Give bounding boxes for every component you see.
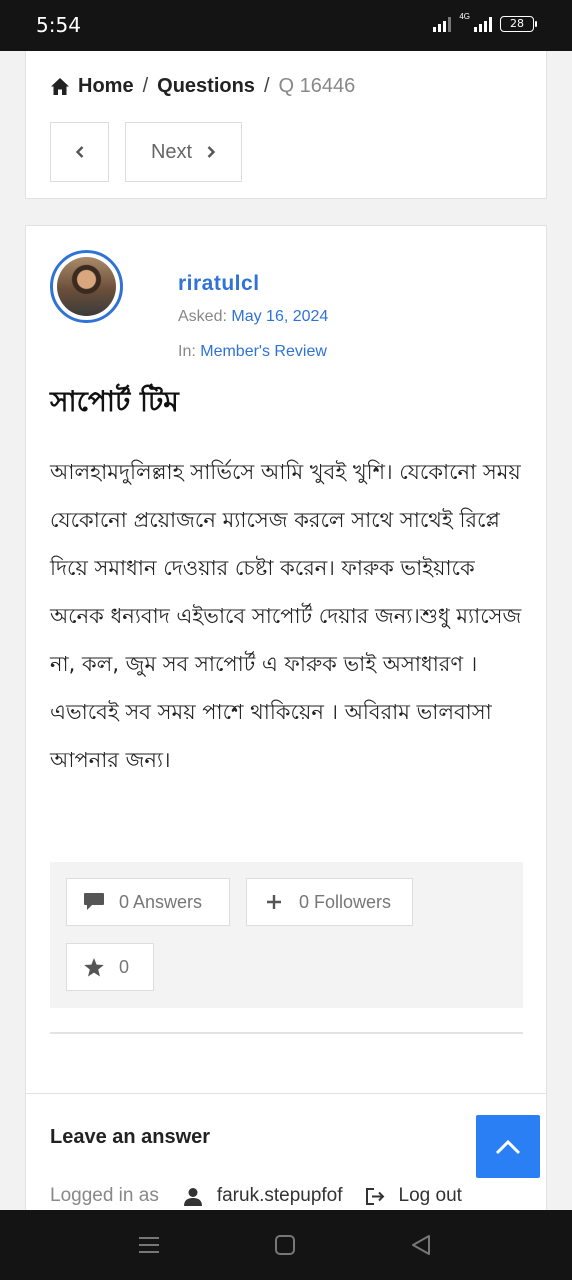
network-type: 4G bbox=[459, 11, 470, 21]
category-row: In: Member's Review bbox=[178, 343, 327, 361]
signal-icon bbox=[433, 16, 452, 32]
question-actions: 0 Answers 0 Followers 0 bbox=[50, 862, 523, 1008]
author-name[interactable]: riratulcl bbox=[178, 272, 260, 296]
avatar[interactable] bbox=[50, 250, 123, 323]
chevron-up-icon bbox=[495, 1139, 521, 1154]
battery-icon: 28 bbox=[500, 16, 537, 32]
logged-in-label: Logged in as bbox=[50, 1185, 159, 1206]
status-time: 5:54 bbox=[36, 13, 81, 37]
signal-icon-2 bbox=[474, 16, 492, 32]
answer-card: Leave an answer Logged in as faruk.stepu… bbox=[25, 1093, 547, 1210]
leave-answer-title: Leave an answer bbox=[50, 1126, 211, 1148]
system-navigation-bar bbox=[0, 1210, 572, 1280]
chevron-left-icon bbox=[75, 146, 83, 158]
favorite-button[interactable]: 0 bbox=[66, 943, 154, 991]
asked-label: Asked: bbox=[178, 308, 227, 325]
star-icon bbox=[83, 956, 105, 978]
followers-count: 0 Followers bbox=[299, 891, 392, 912]
breadcrumb-separator: / bbox=[142, 75, 149, 97]
breadcrumb: Home / Questions / Q 16446 bbox=[50, 75, 355, 98]
user-icon bbox=[183, 1187, 202, 1206]
breadcrumb-separator: / bbox=[263, 75, 270, 97]
home-icon bbox=[51, 78, 69, 95]
username-link[interactable]: faruk.stepupfof bbox=[217, 1185, 343, 1207]
status-icons: 4G 28 bbox=[433, 12, 537, 32]
page-content[interactable]: Home / Questions / Q 16446 Next riratulc… bbox=[0, 51, 572, 1210]
in-label: In: bbox=[178, 343, 196, 360]
logged-in-row: Logged in as faruk.stepupfof Log out bbox=[50, 1185, 462, 1207]
comment-icon bbox=[83, 891, 105, 913]
home-button-icon[interactable] bbox=[274, 1234, 296, 1256]
question-title: সাপোর্ট টিম bbox=[50, 385, 179, 418]
chevron-right-icon bbox=[207, 146, 216, 158]
question-card: riratulcl Asked: May 16, 2024 In: Member… bbox=[25, 225, 547, 1210]
asked-date-row: Asked: May 16, 2024 bbox=[178, 308, 328, 326]
category-link[interactable]: Member's Review bbox=[200, 343, 327, 360]
answers-count: 0 Answers bbox=[119, 891, 203, 912]
plus-icon bbox=[263, 891, 285, 913]
breadcrumb-questions[interactable]: Questions bbox=[157, 75, 255, 98]
navigation-card: Home / Questions / Q 16446 Next bbox=[25, 51, 547, 199]
avatar-image bbox=[57, 257, 116, 316]
divider bbox=[50, 1032, 523, 1034]
next-button[interactable]: Next bbox=[125, 122, 242, 182]
status-bar: 5:54 4G 28 bbox=[0, 0, 572, 51]
favorites-count: 0 bbox=[119, 956, 130, 977]
previous-button[interactable] bbox=[50, 122, 109, 182]
asked-date-link[interactable]: May 16, 2024 bbox=[231, 308, 328, 325]
question-body: আলহামদুলিল্লাহ সার্ভিসে আমি খুবই খুশি। য… bbox=[50, 460, 522, 772]
scroll-to-top-button[interactable] bbox=[476, 1115, 540, 1178]
follow-button[interactable]: 0 Followers bbox=[246, 878, 413, 926]
logout-link[interactable]: Log out bbox=[399, 1185, 462, 1207]
breadcrumb-current: Q 16446 bbox=[278, 75, 356, 97]
recent-apps-icon[interactable] bbox=[138, 1234, 160, 1256]
next-button-label: Next bbox=[150, 140, 193, 163]
logout-icon bbox=[365, 1187, 384, 1205]
answers-button[interactable]: 0 Answers bbox=[66, 878, 230, 926]
breadcrumb-home[interactable]: Home bbox=[78, 75, 134, 98]
back-icon[interactable] bbox=[410, 1234, 432, 1256]
